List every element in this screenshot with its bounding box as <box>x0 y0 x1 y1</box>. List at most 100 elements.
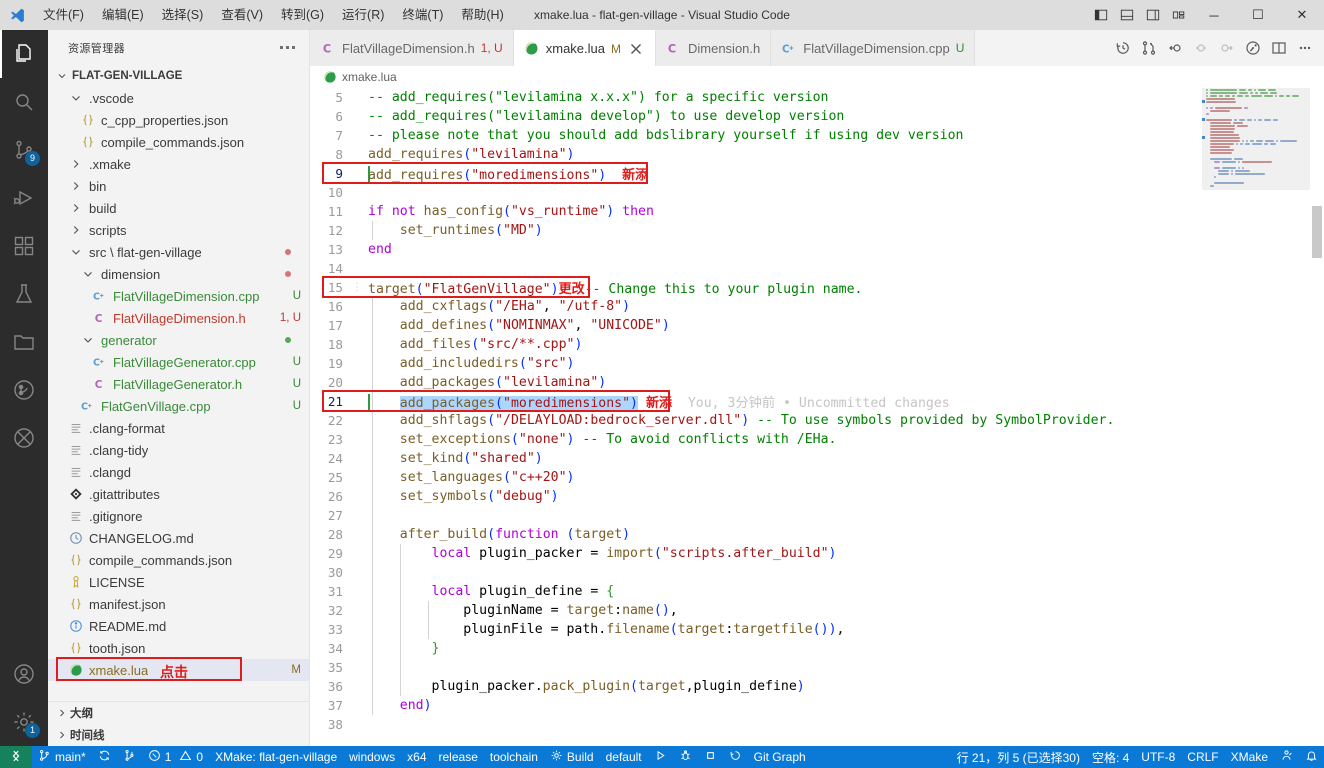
menu-run[interactable]: 运行(R) <box>333 0 393 30</box>
code-line[interactable]: 30 <box>310 563 1324 582</box>
minimize-button[interactable]: ─ <box>1192 0 1236 30</box>
tree-item-.clangd[interactable]: .clangd <box>48 461 309 483</box>
editor-tab-flatvillagedimension.h[interactable]: C FlatVillageDimension.h 1, U <box>310 30 514 66</box>
activitybar-item-git-graph[interactable] <box>0 366 48 414</box>
code-line[interactable]: 31 local plugin_define = { <box>310 582 1324 601</box>
toggle-primary-sidebar-icon[interactable] <box>1088 0 1114 30</box>
explorer-root-row[interactable]: FLAT-GEN-VILLAGE <box>48 65 309 87</box>
code-line[interactable]: 28 after_build(function (target) <box>310 525 1324 544</box>
editor-tab-xmake.lua[interactable]: xmake.lua M <box>513 30 656 66</box>
ellipsis-icon[interactable] <box>272 42 303 53</box>
code-line[interactable]: 26 set_symbols("debug") <box>310 487 1324 506</box>
code-line[interactable]: 15 ⋮ target("FlatGenVillage")更改-- Change t… <box>310 278 1324 297</box>
code-line[interactable]: 18 add_files("src/**.cpp") <box>310 335 1324 354</box>
editor-tab-dimension.h[interactable]: C Dimension.h <box>655 30 772 66</box>
code-line[interactable]: 27 <box>310 506 1324 525</box>
code-line[interactable]: 5 -- add_requires("levilamina x.x.x") for… <box>310 88 1324 107</box>
status-cursor-position[interactable]: 行 21，列 5 (已选择30) <box>951 746 1086 768</box>
tree-item-generator[interactable]: generator <box>48 329 309 351</box>
tree-item-dimension[interactable]: dimension <box>48 263 309 285</box>
code-line[interactable]: 19 add_includedirs("src") <box>310 354 1324 373</box>
status-sync-button[interactable] <box>92 746 117 768</box>
status-indentation[interactable]: 空格: 4 <box>1086 746 1135 768</box>
activitybar-item-manage[interactable]: 1 <box>0 698 48 746</box>
code-line[interactable]: 37 end) <box>310 696 1324 715</box>
tree-item-.vscode[interactable]: .vscode <box>48 87 309 109</box>
tree-item-.gitattributes[interactable]: .gitattributes <box>48 483 309 505</box>
status-remote-button[interactable] <box>0 746 32 768</box>
tree-item-build[interactable]: build <box>48 197 309 219</box>
code-line[interactable]: 23 set_exceptions("none") -- To avoid co… <box>310 430 1324 449</box>
status-eol[interactable]: CRLF <box>1181 746 1224 768</box>
code-line[interactable]: 8 add_requires("levilamina") <box>310 145 1324 164</box>
timeline-icon[interactable] <box>1110 30 1136 66</box>
code-line[interactable]: 17 add_defines("NOMINMAX", "UNICODE") <box>310 316 1324 335</box>
tree-item-.xmake[interactable]: .xmake <box>48 153 309 175</box>
close-icon[interactable] <box>627 40 645 58</box>
code-line[interactable]: 13 end <box>310 240 1324 259</box>
tree-item-src---flat-gen-village[interactable]: src \ flat-gen-village <box>48 241 309 263</box>
toggle-panel-icon[interactable] <box>1114 0 1140 30</box>
status-xmake-clean[interactable] <box>723 746 748 768</box>
code-line[interactable]: 11 if not has_config("vs_runtime") then <box>310 202 1324 221</box>
menu-bar[interactable]: 文件(F) 编辑(E) 选择(S) 查看(V) 转到(G) 运行(R) 终端(T… <box>34 0 513 30</box>
activitybar-item-source-control[interactable]: 9 <box>0 126 48 174</box>
maximize-button[interactable]: ☐ <box>1236 0 1280 30</box>
go-to-next-change-icon[interactable] <box>1214 30 1240 66</box>
status-xmake-stop[interactable] <box>698 746 723 768</box>
status-git-graph[interactable]: Git Graph <box>748 746 812 768</box>
code-line[interactable]: 22 add_shflags("/DELAYLOAD:bedrock_serve… <box>310 411 1324 430</box>
code-line[interactable]: 12 set_runtimes("MD") <box>310 221 1324 240</box>
code-line[interactable]: 29 local plugin_packer = import("scripts… <box>310 544 1324 563</box>
status-xmake-arch[interactable]: x64 <box>401 746 432 768</box>
menu-selection[interactable]: 选择(S) <box>153 0 213 30</box>
menu-view[interactable]: 查看(V) <box>212 0 272 30</box>
status-notifications[interactable] <box>1299 746 1324 768</box>
activitybar-item-explorer[interactable] <box>0 30 48 78</box>
status-xmake-target[interactable]: default <box>600 746 648 768</box>
activitybar-item-extensions[interactable] <box>0 222 48 270</box>
editor-scrollbar[interactable] <box>1310 88 1324 746</box>
tree-item-c_cpp_properties.json[interactable]: c_cpp_properties.json <box>48 109 309 131</box>
tree-item-license[interactable]: LICENSE <box>48 571 309 593</box>
code-line[interactable]: 6 -- add_requires("levilamina develop") t… <box>310 107 1324 126</box>
tree-item-flatgenvillage.cpp[interactable]: C FlatGenVillage.cpp U <box>48 395 309 417</box>
code-line[interactable]: 14 <box>310 259 1324 278</box>
tree-item-.clang-tidy[interactable]: .clang-tidy <box>48 439 309 461</box>
code-line[interactable]: 21 add_packages("moredimensions") 新添 You… <box>310 392 1324 411</box>
status-xmake-toolchain[interactable]: toolchain <box>484 746 544 768</box>
menu-file[interactable]: 文件(F) <box>34 0 93 30</box>
status-branch-actions[interactable] <box>117 746 142 768</box>
tree-item-readme.md[interactable]: README.md <box>48 615 309 637</box>
minimap-slider[interactable] <box>1202 88 1310 190</box>
status-xmake-build[interactable]: Build <box>544 746 600 768</box>
tree-item-compile_commands.json[interactable]: compile_commands.json <box>48 131 309 153</box>
run-lua-icon[interactable] <box>1240 30 1266 66</box>
status-feedback[interactable] <box>1274 746 1299 768</box>
code-line[interactable]: 38 <box>310 715 1324 734</box>
menu-terminal[interactable]: 终端(T) <box>393 0 452 30</box>
activitybar-item-search[interactable] <box>0 78 48 126</box>
code-line[interactable]: 24 set_kind("shared") <box>310 449 1324 468</box>
tree-item-compile_commands.json[interactable]: compile_commands.json <box>48 549 309 571</box>
status-problems[interactable]: 1 0 <box>142 746 209 768</box>
status-xmake-project[interactable]: XMake: flat-gen-village <box>209 746 343 768</box>
tree-item-flatvillagedimension.cpp[interactable]: C FlatVillageDimension.cpp U <box>48 285 309 307</box>
tree-item-scripts[interactable]: scripts <box>48 219 309 241</box>
scrollbar-thumb[interactable] <box>1312 206 1322 258</box>
activitybar-item-folder[interactable] <box>0 318 48 366</box>
status-xmake-run[interactable] <box>648 746 673 768</box>
fold-indicator[interactable]: ⋮ <box>352 282 362 293</box>
status-encoding[interactable]: UTF-8 <box>1135 746 1181 768</box>
code-line[interactable]: 10 <box>310 183 1324 202</box>
code-editor[interactable]: 5 -- add_requires("levilamina x.x.x") for… <box>310 88 1324 746</box>
sidebar-section-timeline[interactable]: 时间线 <box>48 724 309 746</box>
split-editor-icon[interactable] <box>1266 30 1292 66</box>
tree-item-flatvillagedimension.h[interactable]: C FlatVillageDimension.h 1, U <box>48 307 309 329</box>
sidebar-section-outline[interactable]: 大纲 <box>48 702 309 724</box>
code-line[interactable]: 34 } <box>310 639 1324 658</box>
code-line[interactable]: 35 <box>310 658 1324 677</box>
tree-item-flatvillagegenerator.cpp[interactable]: C FlatVillageGenerator.cpp U <box>48 351 309 373</box>
file-tree[interactable]: .vscode c_cpp_properties.json compile_comm… <box>48 87 309 701</box>
breadcrumb[interactable]: xmake.lua <box>310 66 1324 88</box>
